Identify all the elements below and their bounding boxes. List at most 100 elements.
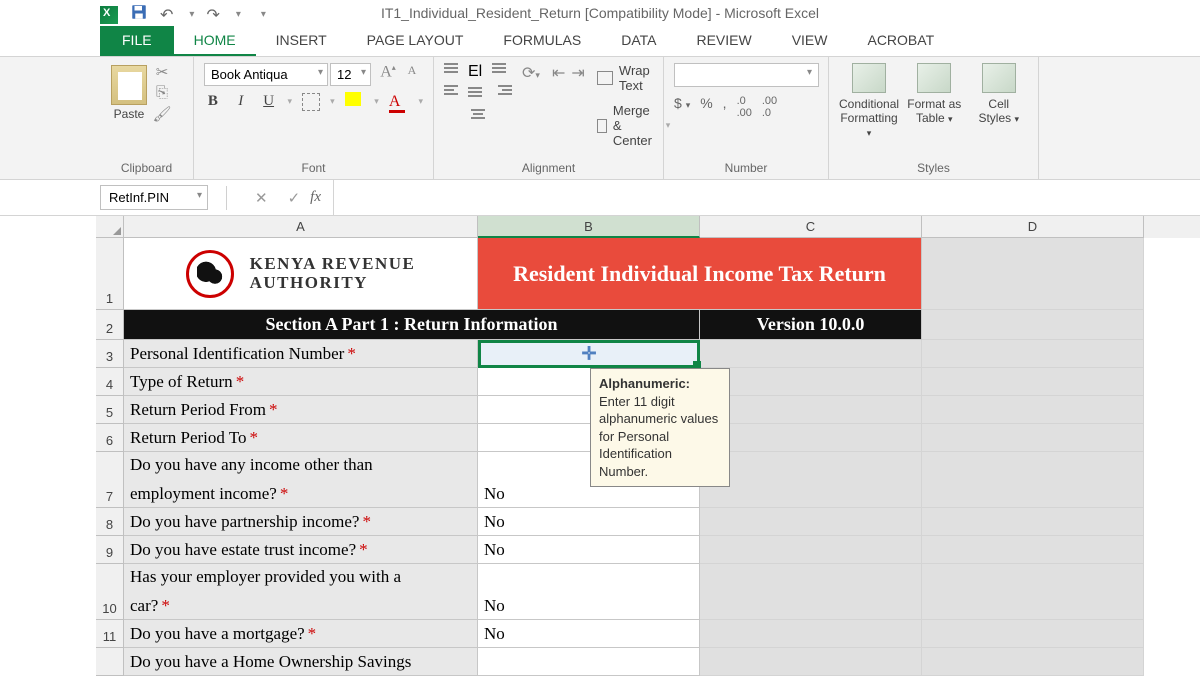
redo-icon[interactable]: ↷ bbox=[206, 5, 219, 25]
version-cell[interactable]: Version 10.0.0 bbox=[700, 310, 922, 340]
align-top-icon[interactable] bbox=[444, 63, 464, 79]
label-home-ownership-savings[interactable]: Do you have a Home Ownership Savings bbox=[124, 648, 478, 676]
row-header-11[interactable]: 11 bbox=[96, 620, 124, 648]
copy-icon[interactable]: ⎘ bbox=[152, 84, 172, 102]
label-estate-trust-income[interactable]: Do you have estate trust income?* bbox=[124, 536, 478, 564]
fill-color-button[interactable] bbox=[345, 92, 365, 111]
cancel-formula-icon[interactable]: ✕ bbox=[255, 189, 268, 207]
cell-d7[interactable] bbox=[922, 452, 1144, 508]
label-employer-car[interactable]: Has your employer provided you with acar… bbox=[124, 564, 478, 620]
align-right-icon[interactable] bbox=[492, 85, 512, 101]
save-icon[interactable] bbox=[130, 3, 148, 26]
increase-decimal-icon[interactable]: .0.00 bbox=[737, 95, 752, 119]
cut-icon[interactable]: ✂ bbox=[152, 63, 172, 81]
tab-view[interactable]: VIEW bbox=[772, 26, 848, 56]
row-header-1[interactable]: 1 bbox=[96, 238, 124, 310]
fontcolor-more-icon[interactable]: ▾ bbox=[418, 96, 423, 107]
font-size-select[interactable]: 12 bbox=[330, 63, 371, 86]
wrap-text-button[interactable]: Wrap Text bbox=[597, 63, 671, 93]
undo-more-icon[interactable]: ▾ bbox=[189, 9, 194, 20]
decrease-indent-icon[interactable]: ⇤ bbox=[552, 63, 565, 148]
cell-c8[interactable] bbox=[700, 508, 922, 536]
accounting-format-icon[interactable]: $ ▾ bbox=[674, 95, 690, 119]
row-header-10[interactable]: 10 bbox=[96, 564, 124, 620]
borders-button[interactable] bbox=[302, 93, 320, 111]
cell-d12[interactable] bbox=[922, 648, 1144, 676]
format-as-table-button[interactable]: Format asTable ▾ bbox=[905, 63, 963, 139]
input-home-ownership-savings[interactable] bbox=[478, 648, 700, 676]
orientation-icon[interactable]: ⟳▾ bbox=[522, 63, 540, 83]
cell-d11[interactable] bbox=[922, 620, 1144, 648]
select-all-corner[interactable] bbox=[96, 216, 124, 238]
tab-acrobat[interactable]: ACROBAT bbox=[847, 26, 954, 56]
label-partnership-income[interactable]: Do you have partnership income?* bbox=[124, 508, 478, 536]
label-type-return[interactable]: Type of Return* bbox=[124, 368, 478, 396]
input-pin[interactable]: ✛ bbox=[478, 340, 700, 368]
fx-icon[interactable]: fx bbox=[310, 189, 321, 206]
number-format-select[interactable] bbox=[674, 63, 819, 87]
label-other-income[interactable]: Do you have any income other thanemploym… bbox=[124, 452, 478, 508]
label-pin[interactable]: Personal Identification Number* bbox=[124, 340, 478, 368]
tab-home[interactable]: HOME bbox=[174, 26, 256, 56]
merge-center-button[interactable]: Merge & Center ▾ bbox=[597, 103, 671, 148]
row-header-5[interactable]: 5 bbox=[96, 396, 124, 424]
cell-d10[interactable] bbox=[922, 564, 1144, 620]
cell-d3[interactable] bbox=[922, 340, 1144, 368]
tab-formulas[interactable]: FORMULAS bbox=[483, 26, 601, 56]
font-color-button[interactable]: A bbox=[389, 93, 409, 111]
cell-c3[interactable] bbox=[700, 340, 922, 368]
row-header-3[interactable]: 3 bbox=[96, 340, 124, 368]
col-header-d[interactable]: D bbox=[922, 216, 1144, 238]
row-header-8[interactable]: 8 bbox=[96, 508, 124, 536]
cell-c9[interactable] bbox=[700, 536, 922, 564]
cell-d6[interactable] bbox=[922, 424, 1144, 452]
shrink-font-icon[interactable]: A bbox=[401, 63, 423, 86]
cell-d5[interactable] bbox=[922, 396, 1144, 424]
qat-customize-icon[interactable]: ▾ bbox=[261, 9, 266, 20]
row-header-2[interactable]: 2 bbox=[96, 310, 124, 340]
conditional-formatting-button[interactable]: ConditionalFormatting ▾ bbox=[839, 63, 899, 139]
borders-more-icon[interactable]: ▾ bbox=[330, 96, 335, 107]
cell-c4[interactable] bbox=[700, 368, 922, 396]
label-period-from[interactable]: Return Period From* bbox=[124, 396, 478, 424]
cell-d8[interactable] bbox=[922, 508, 1144, 536]
tab-file[interactable]: FILE bbox=[100, 26, 174, 56]
align-left-icon[interactable] bbox=[444, 85, 464, 101]
section-header-cell[interactable]: Section A Part 1 : Return Information bbox=[124, 310, 700, 340]
tab-insert[interactable]: INSERT bbox=[256, 26, 347, 56]
align-center-icon[interactable] bbox=[468, 109, 488, 125]
row-header-7[interactable]: 7 bbox=[96, 452, 124, 508]
cell-styles-button[interactable]: CellStyles ▾ bbox=[970, 63, 1028, 139]
row-header-9[interactable]: 9 bbox=[96, 536, 124, 564]
input-employer-car[interactable]: No bbox=[478, 564, 700, 620]
label-mortgage[interactable]: Do you have a mortgage?* bbox=[124, 620, 478, 648]
col-header-a[interactable]: A bbox=[124, 216, 478, 238]
row-header-4[interactable]: 4 bbox=[96, 368, 124, 396]
format-painter-icon[interactable]: 🖌 bbox=[152, 105, 172, 123]
formula-input[interactable] bbox=[333, 180, 1200, 215]
cell-d2[interactable] bbox=[922, 310, 1144, 340]
increase-indent-icon[interactable]: ⇥ bbox=[571, 63, 584, 148]
align-middle-icon[interactable] bbox=[468, 87, 488, 103]
underline-more-icon[interactable]: ▾ bbox=[288, 96, 293, 107]
percent-format-icon[interactable]: % bbox=[700, 95, 712, 119]
paste-button[interactable]: Paste bbox=[110, 63, 148, 123]
cell-c7[interactable] bbox=[700, 452, 922, 508]
cell-d9[interactable] bbox=[922, 536, 1144, 564]
fill-more-icon[interactable]: ▾ bbox=[374, 96, 379, 107]
logo-cell[interactable]: KENYA REVENUEAUTHORITY bbox=[124, 238, 478, 310]
enter-formula-icon[interactable]: ✓ bbox=[288, 189, 301, 207]
input-mortgage[interactable]: No bbox=[478, 620, 700, 648]
font-name-select[interactable]: Book Antiqua bbox=[204, 63, 328, 86]
redo-more-icon[interactable]: ▾ bbox=[236, 9, 241, 20]
grow-font-icon[interactable]: A▴ bbox=[377, 63, 399, 86]
cell-c12[interactable] bbox=[700, 648, 922, 676]
tab-review[interactable]: REVIEW bbox=[676, 26, 771, 56]
return-title-cell[interactable]: Resident Individual Income Tax Return bbox=[478, 238, 922, 310]
row-header-6[interactable]: 6 bbox=[96, 424, 124, 452]
cell-d4[interactable] bbox=[922, 368, 1144, 396]
input-estate-trust-income[interactable]: No bbox=[478, 536, 700, 564]
label-period-to[interactable]: Return Period To* bbox=[124, 424, 478, 452]
undo-icon[interactable]: ↶ bbox=[160, 5, 173, 25]
align-bottom-icon[interactable] bbox=[492, 63, 512, 79]
